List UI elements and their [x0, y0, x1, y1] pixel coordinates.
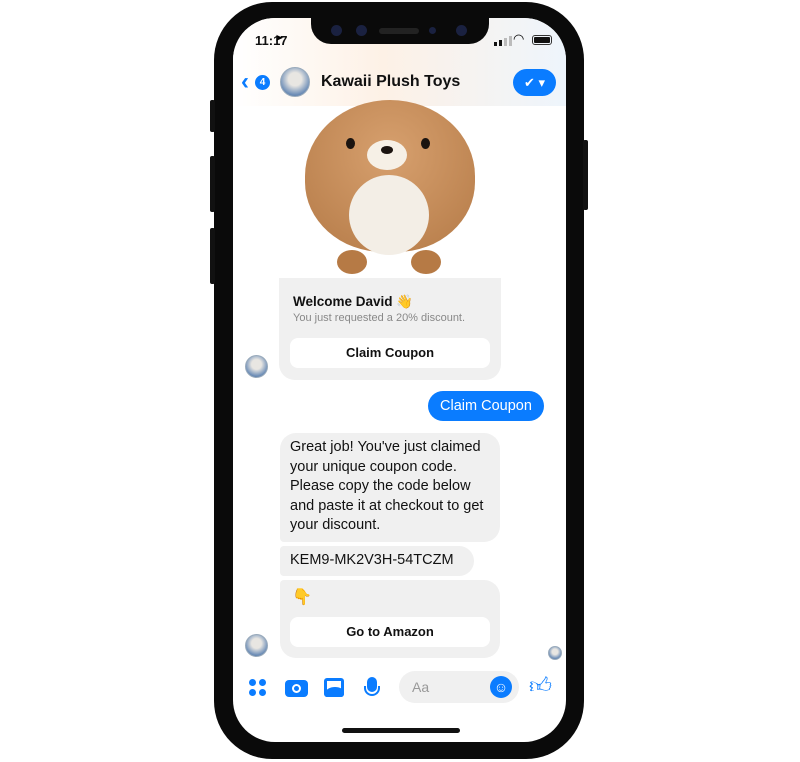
go-to-amazon-button[interactable]: Go to Amazon	[290, 617, 490, 647]
location-icon: ➤	[275, 33, 284, 44]
page-avatar[interactable]	[280, 67, 310, 97]
battery-icon	[532, 35, 552, 45]
camera-icon[interactable]	[285, 680, 308, 697]
product-image	[299, 100, 481, 278]
welcome-card: Welcome David 👋 You just requested a 20%…	[279, 278, 501, 380]
wifi-icon: ◠	[513, 31, 525, 46]
claim-coupon-button[interactable]: Claim Coupon	[290, 338, 490, 368]
sender-avatar	[245, 355, 268, 378]
card-title: Welcome David 👋	[293, 294, 414, 309]
screen: 11:17 ➤ ◠ ‹ 4 Kawaii Plush Toys ✔ ▾ Welc…	[233, 18, 566, 742]
message-placeholder: Aa	[412, 679, 430, 695]
volume-down-button	[210, 228, 215, 284]
done-dropdown-button[interactable]: ✔ ▾	[513, 69, 556, 96]
reply-message: Great job! You've just claimed your uniq…	[280, 433, 500, 542]
message-input[interactable]: Aa ☺	[399, 671, 519, 703]
more-apps-icon[interactable]	[249, 679, 266, 696]
emoji-icon[interactable]: ☺	[490, 676, 512, 698]
card-subtitle: You just requested a 20% discount.	[293, 312, 466, 324]
chat-title[interactable]: Kawaii Plush Toys	[321, 73, 460, 91]
mute-switch	[210, 100, 215, 132]
unread-badge: 4	[255, 75, 270, 90]
volume-up-button	[210, 156, 215, 212]
power-button	[583, 140, 588, 210]
sender-avatar	[245, 634, 268, 657]
signal-icon	[494, 36, 512, 46]
coupon-code-message[interactable]: KEM9-MK2V3H-54TCZM	[280, 546, 474, 576]
thumbs-up-icon[interactable]: 👍︎	[529, 672, 552, 699]
amazon-card: 👇 Go to Amazon	[280, 580, 500, 658]
sent-message: Claim Coupon	[428, 391, 544, 421]
back-button[interactable]: ‹	[241, 68, 249, 96]
home-indicator	[342, 728, 460, 733]
read-receipt-avatar	[548, 646, 562, 660]
gallery-icon[interactable]	[324, 678, 344, 697]
notch	[311, 18, 489, 44]
pointing-down-emoji: 👇	[292, 589, 312, 606]
